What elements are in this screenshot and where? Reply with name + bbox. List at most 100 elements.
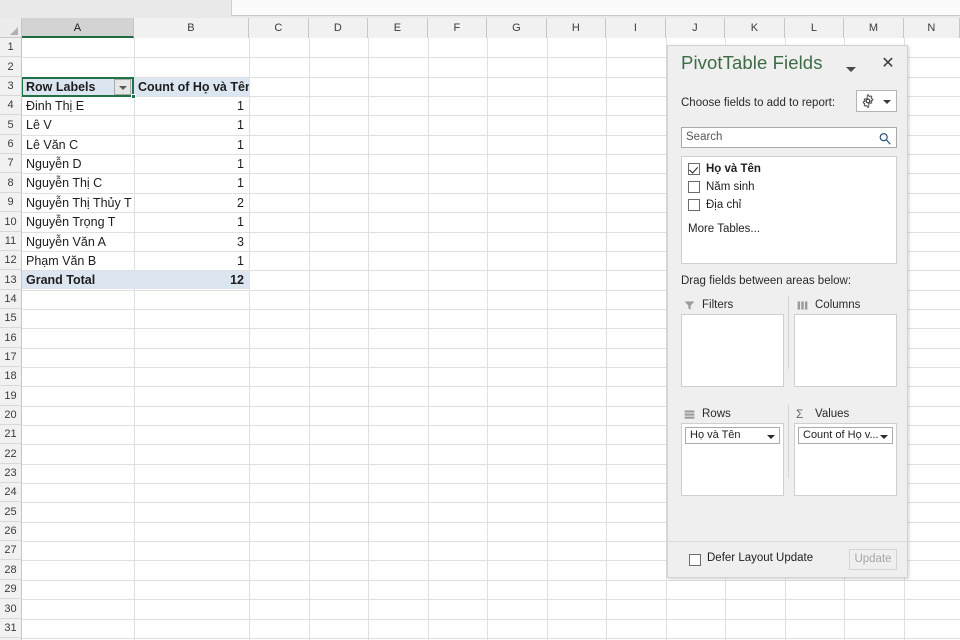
row-header-1[interactable]: 1 <box>0 38 22 57</box>
column-header-a[interactable]: A <box>22 18 134 38</box>
pivot-row-value[interactable]: 1 <box>134 252 249 270</box>
column-header-g[interactable]: G <box>487 18 547 38</box>
row-header-10[interactable]: 10 <box>0 212 22 232</box>
row-header-18[interactable]: 18 <box>0 367 22 386</box>
row-header-13[interactable]: 13 <box>0 270 22 290</box>
field-checkbox[interactable] <box>688 163 700 175</box>
row-header-9[interactable]: 9 <box>0 193 22 212</box>
row-header-12[interactable]: 12 <box>0 251 22 270</box>
row-header-21[interactable]: 21 <box>0 425 22 444</box>
pivot-grand-total-value[interactable]: 12 <box>134 271 249 289</box>
row-header-11[interactable]: 11 <box>0 232 22 251</box>
search-input[interactable]: Search <box>681 127 897 148</box>
row-header-25[interactable]: 25 <box>0 502 22 522</box>
row-header-29[interactable]: 29 <box>0 580 22 599</box>
grid-vline <box>487 38 488 640</box>
pivot-row-value[interactable]: 1 <box>134 116 249 134</box>
field-list-item[interactable]: Địa chỉ <box>682 196 896 214</box>
row-header-14[interactable]: 14 <box>0 290 22 309</box>
pivot-row-value[interactable]: 1 <box>134 213 249 231</box>
pivot-row-label[interactable]: Phạm Văn B <box>22 252 134 270</box>
column-header-m[interactable]: M <box>844 18 904 38</box>
grid-hline <box>22 580 960 581</box>
field-checkbox[interactable] <box>688 181 700 193</box>
area-field-chip[interactable]: Count of Họ v... <box>798 427 893 444</box>
pivot-row-label[interactable]: Nguyễn D <box>22 155 134 173</box>
pivot-row-value[interactable]: 1 <box>134 136 249 154</box>
row-header-8[interactable]: 8 <box>0 173 22 193</box>
pivot-row-label[interactable]: Nguyễn Trọng T <box>22 213 134 231</box>
pivot-row-label[interactable]: Nguyễn Thị Thủy T <box>22 194 134 212</box>
row-header-24[interactable]: 24 <box>0 483 22 502</box>
pivot-grand-total-label[interactable]: Grand Total <box>22 271 134 289</box>
area-values-dropzone[interactable]: Count of Họ v... <box>794 423 897 496</box>
area-columns-dropzone[interactable] <box>794 314 897 387</box>
panel-title-row: PivotTable Fields ✕ <box>668 52 909 86</box>
field-checkbox[interactable] <box>688 199 700 211</box>
columns-icon <box>796 299 809 318</box>
row-header-31[interactable]: 31 <box>0 619 22 638</box>
pivot-row-value[interactable]: 1 <box>134 174 249 192</box>
row-header-5[interactable]: 5 <box>0 115 22 135</box>
column-header-h[interactable]: H <box>547 18 606 38</box>
column-header-e[interactable]: E <box>368 18 428 38</box>
row-header-19[interactable]: 19 <box>0 386 22 406</box>
pivot-row-value[interactable]: 2 <box>134 194 249 212</box>
row-header-26[interactable]: 26 <box>0 522 22 541</box>
row-header-15[interactable]: 15 <box>0 309 22 328</box>
row-header-2[interactable]: 2 <box>0 57 22 77</box>
panel-title: PivotTable Fields <box>681 52 823 73</box>
area-filters-dropzone[interactable] <box>681 314 784 387</box>
column-header-f[interactable]: F <box>428 18 487 38</box>
row-header-4[interactable]: 4 <box>0 96 22 115</box>
column-header-n[interactable]: N <box>904 18 960 38</box>
pivot-row-label[interactable]: Đinh Thị E <box>22 97 134 115</box>
row-header-28[interactable]: 28 <box>0 560 22 580</box>
fill-handle[interactable] <box>131 94 136 99</box>
row-header-6[interactable]: 6 <box>0 135 22 154</box>
row-header-16[interactable]: 16 <box>0 328 22 348</box>
pivot-row-value[interactable]: 1 <box>134 97 249 115</box>
row-labels-filter-dropdown[interactable] <box>114 79 131 95</box>
pivot-row-label[interactable]: Lê V <box>22 116 134 134</box>
column-header-k[interactable]: K <box>725 18 785 38</box>
pivot-row-value[interactable]: 1 <box>134 155 249 173</box>
sigma-icon: Σ <box>796 407 804 421</box>
column-header-band: ABCDEFGHIJKLMN <box>22 18 960 38</box>
row-header-23[interactable]: 23 <box>0 464 22 483</box>
area-columns: Columns <box>794 296 897 387</box>
pivot-row-value[interactable]: 3 <box>134 233 249 251</box>
row-header-20[interactable]: 20 <box>0 406 22 425</box>
area-field-chip[interactable]: Họ và Tên <box>685 427 780 444</box>
select-all-corner[interactable] <box>0 18 22 38</box>
pivottable-fields-panel: PivotTable Fields ✕ Choose fields to add… <box>667 45 909 578</box>
column-header-l[interactable]: L <box>785 18 844 38</box>
column-header-b[interactable]: B <box>134 18 249 38</box>
row-header-17[interactable]: 17 <box>0 348 22 367</box>
pivot-row-label[interactable]: Lê Văn C <box>22 136 134 154</box>
choose-fields-row: Choose fields to add to report: <box>668 90 909 120</box>
close-icon[interactable]: ✕ <box>879 55 897 73</box>
row-header-27[interactable]: 27 <box>0 541 22 560</box>
field-list-item[interactable]: Năm sinh <box>682 178 896 196</box>
column-header-j[interactable]: J <box>666 18 725 38</box>
defer-layout-update-checkbox[interactable] <box>689 554 701 566</box>
row-header-7[interactable]: 7 <box>0 154 22 173</box>
chevron-down-icon[interactable] <box>844 62 860 76</box>
row-header-30[interactable]: 30 <box>0 599 22 619</box>
area-filters: Filters <box>681 296 784 387</box>
more-tables-link[interactable]: More Tables... <box>682 223 896 235</box>
area-rows-dropzone[interactable]: Họ và Tên <box>681 423 784 496</box>
pivot-header-value[interactable]: Count of Họ và Tên <box>134 78 249 96</box>
column-header-c[interactable]: C <box>249 18 309 38</box>
pivot-row-label[interactable]: Nguyễn Văn A <box>22 233 134 251</box>
field-list-options-button[interactable] <box>856 90 897 112</box>
row-header-22[interactable]: 22 <box>0 444 22 464</box>
column-header-i[interactable]: I <box>606 18 666 38</box>
field-list-item[interactable]: Họ và Tên <box>682 160 896 178</box>
pivot-row-label[interactable]: Nguyễn Thị C <box>22 174 134 192</box>
column-header-d[interactable]: D <box>309 18 368 38</box>
update-button[interactable]: Update <box>849 549 897 570</box>
field-label: Năm sinh <box>706 181 755 193</box>
row-header-3[interactable]: 3 <box>0 77 22 96</box>
